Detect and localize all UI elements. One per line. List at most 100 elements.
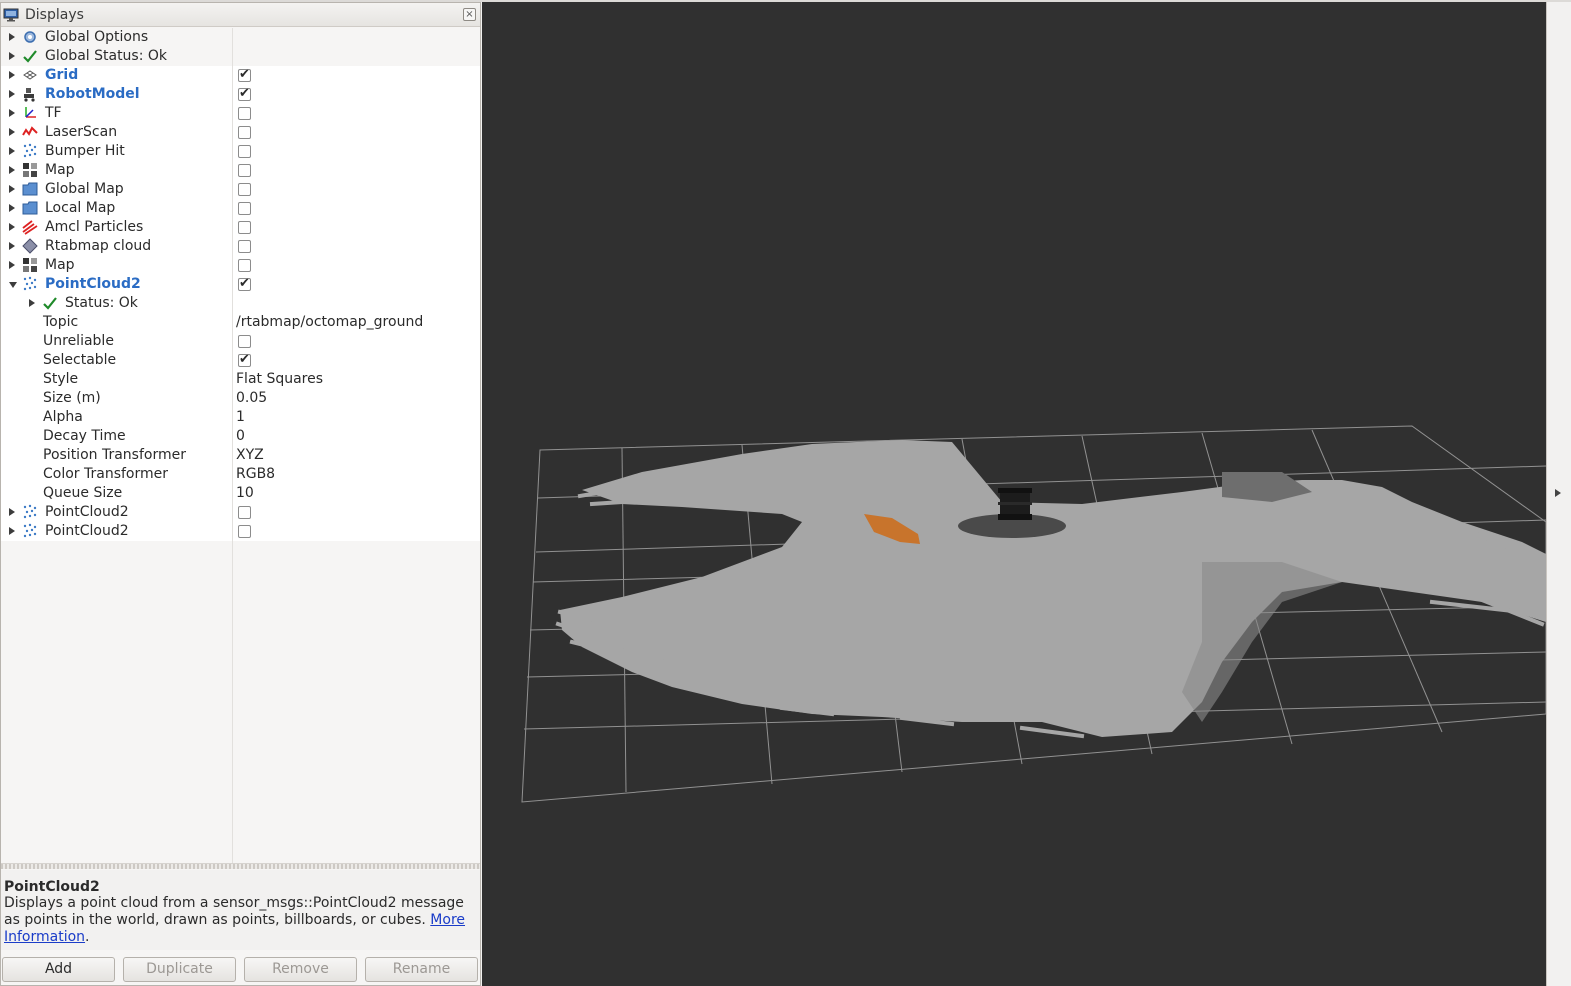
enable-checkbox[interactable] [238,164,251,177]
tree-row[interactable]: Amcl Particles [1,218,480,237]
enable-checkbox[interactable] [238,335,251,348]
tree-row[interactable]: Color Transformer RGB8 [1,465,480,484]
expand-arrow-icon[interactable] [29,299,35,307]
tree-row[interactable]: PointCloud2 [1,503,480,522]
column-divider[interactable] [232,28,233,863]
tree-row[interactable]: Position Transformer XYZ [1,446,480,465]
expand-arrow-icon[interactable] [9,147,15,155]
property-value[interactable]: 1 [236,409,245,425]
enable-checkbox[interactable] [238,352,251,367]
expand-arrow-icon[interactable] [9,90,15,98]
property-value[interactable]: /rtabmap/octomap_ground [236,314,423,330]
panel-splitter[interactable] [1,863,480,869]
tree-row[interactable]: Status: Ok [1,294,480,313]
tree-row[interactable]: Map [1,256,480,275]
enable-checkbox[interactable] [238,221,251,234]
enable-checkbox[interactable] [238,240,251,253]
expand-arrow-icon[interactable] [9,242,15,250]
expand-arrow-icon[interactable] [9,204,15,212]
expand-arrow-icon[interactable] [9,261,15,269]
tree-row[interactable]: Global Options [1,28,480,47]
enable-checkbox[interactable] [238,145,251,158]
display-tree[interactable]: Global Options Global Status: Ok Grid Robot… [1,28,480,863]
check-icon [22,48,38,64]
tree-row-label: PointCloud2 [45,523,129,539]
property-value[interactable]: 0.05 [236,390,267,406]
tree-row[interactable]: PointCloud2 [1,522,480,541]
map-icon [22,162,38,178]
tree-row[interactable]: Global Map [1,180,480,199]
tree-row[interactable]: Topic/rtabmap/octomap_ground [1,313,480,332]
tree-row-label: Grid [45,67,79,83]
tree-row[interactable]: TF [1,104,480,123]
enable-checkbox[interactable] [238,86,251,101]
tree-row-label: Queue Size [43,485,123,501]
tree-row[interactable]: Global Status: Ok [1,47,480,66]
tree-row[interactable]: Style Flat Squares [1,370,480,389]
expand-arrow-icon[interactable] [9,223,15,231]
gear-icon [22,29,38,45]
property-value[interactable]: Flat Squares [236,371,323,387]
rename-button[interactable]: Rename [365,957,478,982]
tree-rows: Global Options Global Status: Ok Grid Robot… [1,28,480,541]
enable-checkbox[interactable] [238,259,251,272]
expand-arrow-icon[interactable] [9,185,15,193]
tree-row[interactable]: Rtabmap cloud [1,237,480,256]
expand-arrow-icon[interactable] [9,109,15,117]
tree-row[interactable]: Decay Time 0 [1,427,480,446]
folder-icon [22,181,38,197]
add-button[interactable]: Add [2,957,115,982]
right-collapse-bar[interactable] [1546,2,1571,986]
3d-viewport[interactable] [482,2,1546,986]
robot-model [998,488,1032,520]
tree-row-label: Size (m) [43,390,101,406]
help-title: PointCloud2 [4,879,100,895]
tree-row[interactable]: Local Map [1,199,480,218]
expand-arrow-icon[interactable] [9,166,15,174]
tree-row[interactable]: Size (m) 0.05 [1,389,480,408]
enable-checkbox[interactable] [238,183,251,196]
expand-arrow-icon[interactable] [9,527,15,535]
property-value[interactable]: 0 [236,428,245,444]
enable-checkbox[interactable] [238,525,251,538]
tree-row-label: PointCloud2 [45,276,141,292]
enable-checkbox[interactable] [238,202,251,215]
expand-arrow-icon[interactable] [9,33,15,41]
tree-row[interactable]: LaserScan [1,123,480,142]
enable-checkbox[interactable] [238,506,251,519]
tree-row-label: TF [45,105,62,121]
property-value[interactable]: RGB8 [236,466,275,482]
tree-row-label: Decay Time [43,428,126,444]
tree-row[interactable]: Unreliable [1,332,480,351]
duplicate-button[interactable]: Duplicate [123,957,236,982]
enable-checkbox[interactable] [238,276,251,291]
tree-row-label: PointCloud2 [45,504,129,520]
enable-checkbox[interactable] [238,107,251,120]
enable-checkbox[interactable] [238,126,251,139]
map-icon [22,257,38,273]
expand-right-icon[interactable] [1555,489,1561,497]
expand-arrow-icon[interactable] [9,71,15,79]
scene-render [521,425,1546,803]
tree-row[interactable]: PointCloud2 [1,275,480,294]
tree-row[interactable]: RobotModel [1,85,480,104]
robot-icon [22,86,38,102]
property-value[interactable]: XYZ [236,447,264,463]
collapse-arrow-icon[interactable] [9,282,17,288]
monitor-icon [3,8,19,21]
expand-arrow-icon[interactable] [9,128,15,136]
tree-row[interactable]: Selectable [1,351,480,370]
enable-checkbox[interactable] [238,67,251,82]
expand-arrow-icon[interactable] [9,508,15,516]
tree-row[interactable]: Grid [1,66,480,85]
remove-button[interactable]: Remove [244,957,357,982]
tree-row-label: Rtabmap cloud [45,238,152,254]
property-value[interactable]: 10 [236,485,254,501]
expand-arrow-icon[interactable] [9,52,15,60]
close-button[interactable]: × [463,8,476,21]
tree-row[interactable]: Queue Size 10 [1,484,480,503]
tree-row[interactable]: Map [1,161,480,180]
tree-row[interactable]: Alpha 1 [1,408,480,427]
tree-row[interactable]: Bumper Hit [1,142,480,161]
pointcloud-icon [22,143,38,159]
